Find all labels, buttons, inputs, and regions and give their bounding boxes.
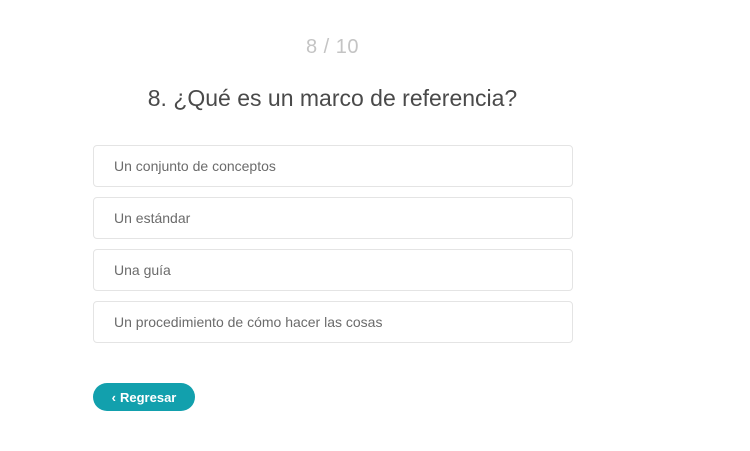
answer-options: Un conjunto de conceptos Un estándar Una…: [93, 145, 573, 353]
answer-option-label: Un procedimiento de cómo hacer las cosas: [114, 314, 383, 330]
chevron-left-icon: ‹: [111, 389, 116, 405]
answer-option-label: Un conjunto de conceptos: [114, 158, 276, 174]
back-button-label: Regresar: [119, 389, 177, 405]
answer-option-1[interactable]: Un conjunto de conceptos: [93, 145, 573, 187]
back-button[interactable]: ‹ Regresar: [93, 383, 195, 411]
answer-option-4[interactable]: Un procedimiento de cómo hacer las cosas: [93, 301, 573, 343]
question-title: 8. ¿Qué es un marco de referencia?: [147, 85, 518, 111]
progress-indicator: 8 / 10: [305, 36, 360, 58]
answer-option-3[interactable]: Una guía: [93, 249, 573, 291]
answer-option-label: Una guía: [114, 262, 171, 278]
answer-option-2[interactable]: Un estándar: [93, 197, 573, 239]
answer-option-label: Un estándar: [114, 210, 191, 226]
